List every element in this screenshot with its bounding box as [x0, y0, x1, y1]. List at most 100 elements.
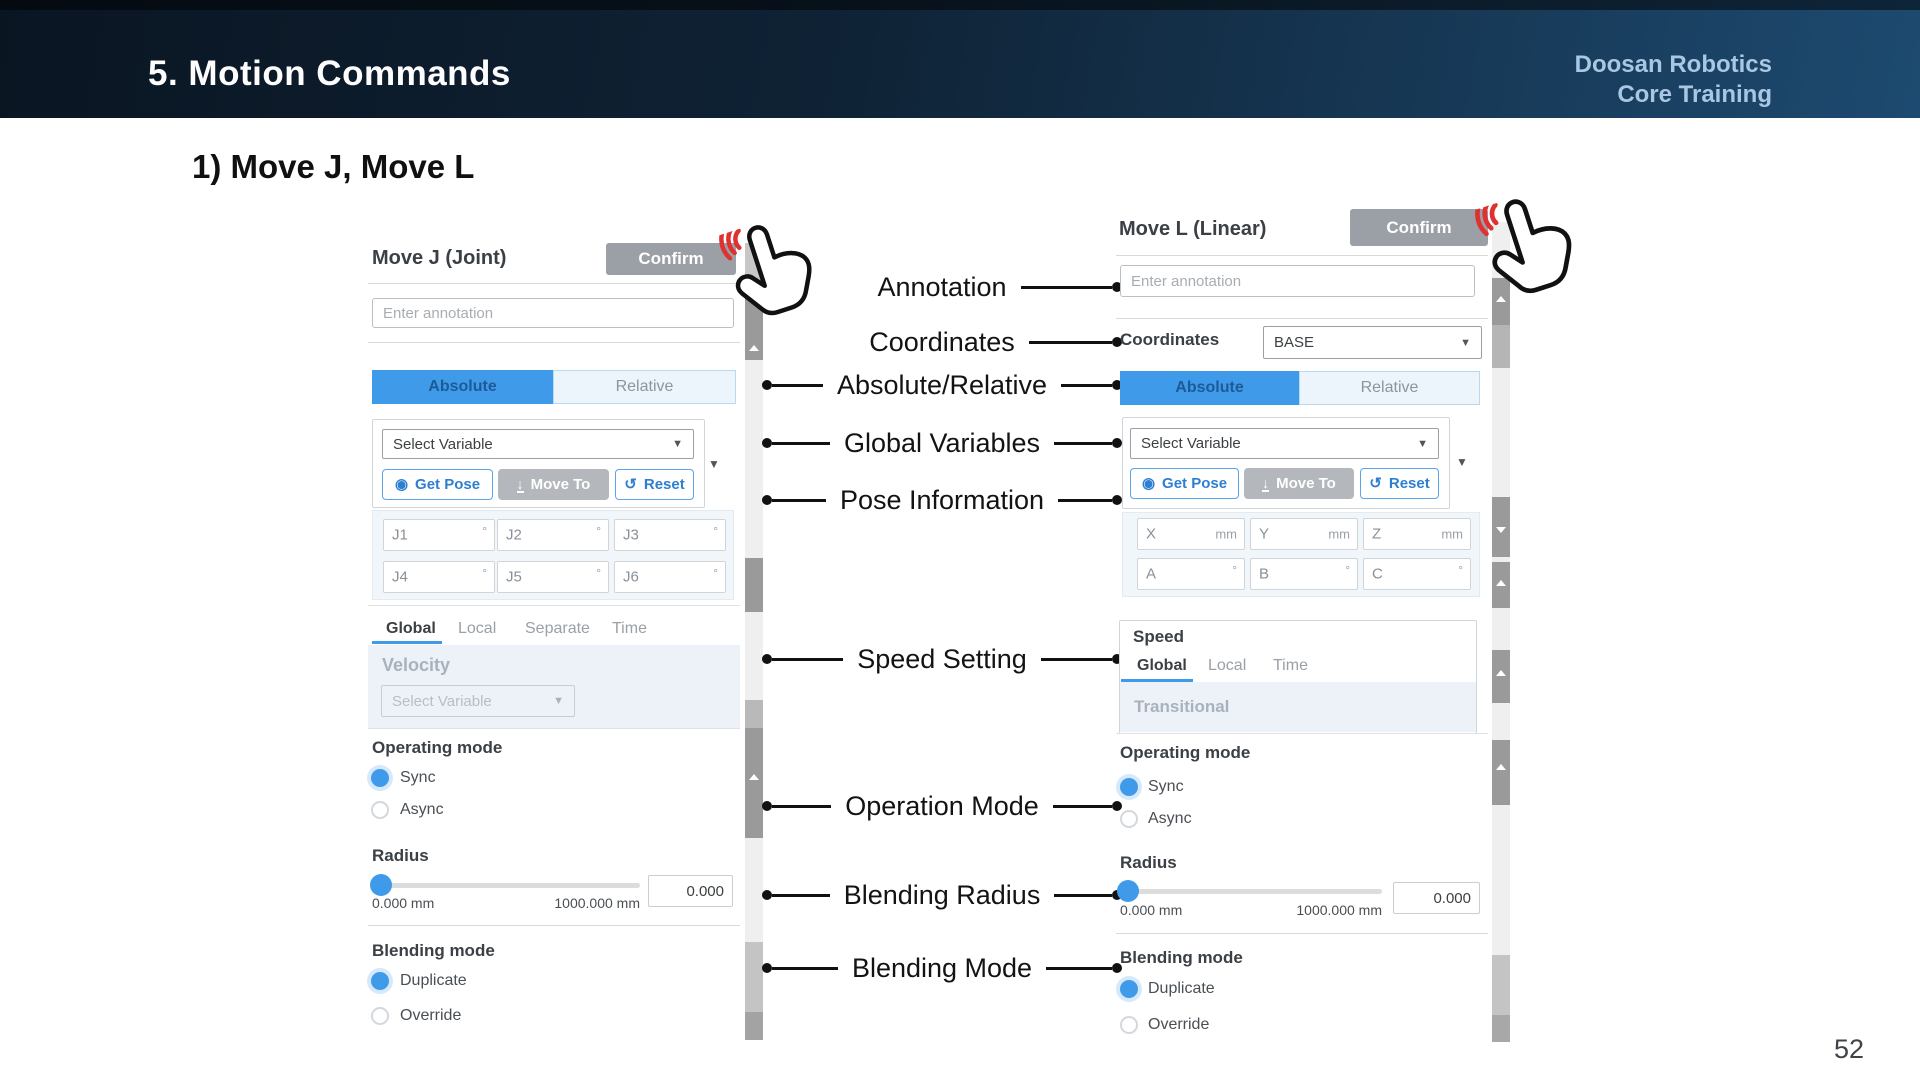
- scrollbar-thumb[interactable]: [1492, 562, 1510, 608]
- get-pose-button[interactable]: ◉ Get Pose: [382, 469, 493, 500]
- pose-field-y[interactable]: Y mm: [1250, 518, 1358, 550]
- speed-tab-global[interactable]: Global: [1137, 657, 1187, 675]
- pose-field-b[interactable]: B °: [1250, 558, 1358, 590]
- scrollbar-thumb[interactable]: [745, 728, 763, 838]
- move-to-button[interactable]: ↓ Move To: [498, 469, 609, 500]
- brand-line1: Doosan Robotics: [1575, 50, 1772, 80]
- scrollbar-track[interactable]: [745, 612, 763, 700]
- joint-unit: °: [596, 524, 601, 538]
- duplicate-radio[interactable]: [371, 972, 389, 990]
- coordinates-label: Coordinates: [1120, 330, 1219, 350]
- move-to-label: Move To: [531, 476, 591, 493]
- scrollbar-thumb[interactable]: [745, 942, 763, 1012]
- radius-slider-handle[interactable]: [370, 874, 392, 896]
- scrollbar-track[interactable]: [1492, 368, 1510, 497]
- speed-tab-local[interactable]: Local: [458, 620, 496, 638]
- annotation-input[interactable]: [1120, 265, 1475, 297]
- pose-field-z[interactable]: Z mm: [1363, 518, 1471, 550]
- scrollbar-track[interactable]: [1492, 805, 1510, 955]
- duplicate-radio[interactable]: [1120, 980, 1138, 998]
- radius-value-input[interactable]: 0.000: [648, 875, 733, 907]
- pose-field-x[interactable]: X mm: [1137, 518, 1245, 550]
- joint-label: J1: [392, 527, 408, 544]
- velocity-section: Velocity Select Variable ▼: [368, 645, 740, 728]
- sync-label: Sync: [1148, 778, 1184, 796]
- scrollbar-track[interactable]: [1492, 703, 1510, 740]
- radius-slider-track[interactable]: [372, 883, 640, 888]
- pose-unit: °: [1232, 563, 1237, 577]
- divider: [368, 342, 740, 343]
- get-pose-button[interactable]: ◉ Get Pose: [1130, 468, 1239, 499]
- reset-icon: ↺: [1369, 476, 1382, 491]
- tab-relative[interactable]: Relative: [553, 370, 736, 404]
- connector-dot: [762, 495, 772, 505]
- move-to-button[interactable]: ↓ Move To: [1244, 468, 1354, 499]
- scrollbar-thumb[interactable]: [745, 700, 763, 728]
- velocity-select[interactable]: Select Variable ▼: [381, 685, 575, 717]
- speed-tab-global[interactable]: Global: [386, 620, 436, 638]
- async-radio[interactable]: [1120, 810, 1138, 828]
- async-label: Async: [1148, 810, 1192, 828]
- pose-unit: °: [1458, 563, 1463, 577]
- radius-slider-handle[interactable]: [1117, 880, 1139, 902]
- radius-value-input[interactable]: 0.000: [1393, 882, 1480, 914]
- move-j-panel: Move J (Joint) Confirm Absolute Relative…: [368, 235, 764, 1045]
- annotation-input[interactable]: [372, 298, 734, 328]
- divider: [368, 283, 740, 284]
- scrollbar-thumb[interactable]: [1492, 497, 1510, 557]
- speed-tab-separate[interactable]: Separate: [525, 620, 590, 638]
- connector-line: [1029, 341, 1112, 344]
- joint-unit: °: [482, 524, 487, 538]
- scrollbar-thumb[interactable]: [1492, 740, 1510, 805]
- scrollbar-thumb[interactable]: [1492, 1015, 1510, 1042]
- scrollbar-thumb[interactable]: [1492, 650, 1510, 703]
- pose-field-a[interactable]: A °: [1137, 558, 1245, 590]
- joint-field-j2[interactable]: J2 °: [497, 519, 609, 551]
- scrollbar-track[interactable]: [745, 838, 763, 942]
- move-to-icon: ↓: [517, 477, 524, 493]
- radius-slider-track[interactable]: [1120, 889, 1382, 894]
- sync-radio[interactable]: [371, 769, 389, 787]
- reset-button[interactable]: ↺ Reset: [1360, 468, 1439, 499]
- joint-field-j1[interactable]: J1 °: [383, 519, 495, 551]
- scrollbar-thumb[interactable]: [1492, 325, 1510, 368]
- reset-button[interactable]: ↺ Reset: [615, 469, 694, 500]
- scroll-up-icon: [1496, 764, 1506, 770]
- variable-select[interactable]: Select Variable ▼: [1130, 428, 1439, 459]
- override-radio[interactable]: [1120, 1016, 1138, 1034]
- tab-absolute[interactable]: Absolute: [372, 370, 553, 404]
- scrollbar-move-l[interactable]: [1492, 222, 1510, 1042]
- tab-absolute[interactable]: Absolute: [1120, 371, 1299, 405]
- sync-radio[interactable]: [1120, 778, 1138, 796]
- scrollbar-thumb[interactable]: [745, 1012, 763, 1040]
- scrollbar-thumb[interactable]: [745, 558, 763, 612]
- joint-field-j6[interactable]: J6 °: [614, 561, 726, 593]
- speed-tab-time[interactable]: Time: [612, 620, 647, 638]
- joint-field-j3[interactable]: J3 °: [614, 519, 726, 551]
- scroll-down-icon: [1496, 527, 1506, 533]
- divider: [1116, 933, 1488, 934]
- pose-fields-box: X mm Y mm Z mm A ° B ° C °: [1122, 512, 1480, 597]
- collapse-caret-icon[interactable]: ▼: [1456, 455, 1468, 469]
- joint-unit: °: [713, 524, 718, 538]
- scrollbar-move-j[interactable]: [745, 243, 763, 1040]
- connector-line: [1053, 805, 1112, 808]
- override-radio[interactable]: [371, 1007, 389, 1025]
- coordinates-select[interactable]: BASE ▼: [1263, 326, 1482, 359]
- joint-field-j4[interactable]: J4 °: [383, 561, 495, 593]
- variable-select[interactable]: Select Variable ▼: [382, 429, 694, 459]
- connector-dot: [762, 654, 772, 664]
- override-label: Override: [1148, 1016, 1209, 1034]
- scroll-up-icon: [1496, 580, 1506, 586]
- async-radio[interactable]: [371, 801, 389, 819]
- duplicate-label: Duplicate: [1148, 980, 1215, 998]
- scrollbar-track[interactable]: [1492, 608, 1510, 650]
- scrollbar-thumb[interactable]: [1492, 955, 1510, 1015]
- scrollbar-track[interactable]: [745, 360, 763, 558]
- speed-tab-time[interactable]: Time: [1273, 657, 1308, 675]
- pose-field-c[interactable]: C °: [1363, 558, 1471, 590]
- speed-tab-local[interactable]: Local: [1208, 657, 1246, 675]
- joint-field-j5[interactable]: J5 °: [497, 561, 609, 593]
- collapse-caret-icon[interactable]: ▼: [708, 457, 720, 471]
- tab-relative[interactable]: Relative: [1299, 371, 1480, 405]
